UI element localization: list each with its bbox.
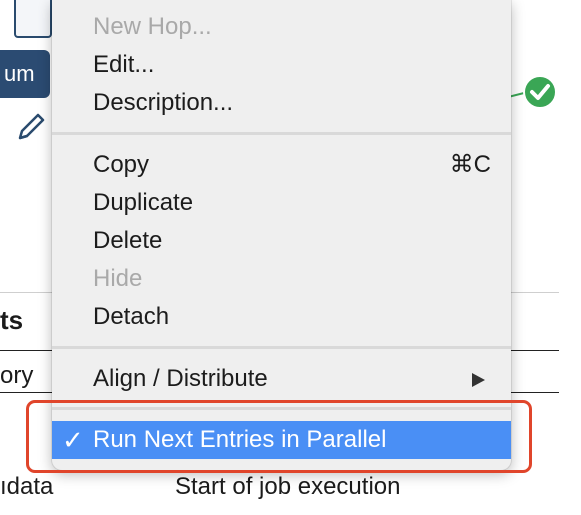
- menu-separator: [52, 346, 511, 349]
- keyboard-shortcut: ⌘C: [449, 151, 491, 178]
- menu-item-edit[interactable]: Edit...: [52, 46, 511, 84]
- table-header-line: [0, 350, 52, 351]
- pencil-icon[interactable]: [14, 110, 48, 144]
- job-entry-node[interactable]: um: [0, 50, 50, 98]
- table-cell: ory: [0, 362, 34, 389]
- menu-item-label: Duplicate: [93, 189, 194, 216]
- menu-item-label: Description...: [93, 89, 234, 116]
- menu-item-detach[interactable]: Detach: [52, 298, 511, 336]
- menu-item-label: Edit...: [93, 51, 155, 78]
- table-header-line: [511, 350, 559, 351]
- menu-item-label: New Hop...: [93, 13, 212, 40]
- menu-item-label: Delete: [93, 227, 163, 254]
- table-cell: Start of job execution: [175, 473, 401, 500]
- panel-title: ts: [0, 305, 24, 335]
- menu-item-description[interactable]: Description...: [52, 84, 511, 122]
- menu-separator: [52, 132, 511, 135]
- menu-item-hide: Hide: [52, 260, 511, 298]
- menu-item-label: Detach: [93, 303, 170, 330]
- menu-item-copy[interactable]: Copy ⌘C: [52, 146, 511, 184]
- submenu-arrow-icon: [472, 373, 485, 387]
- annotation-highlight-box: [26, 400, 532, 473]
- table-row-line: [0, 392, 52, 393]
- table-row-line: [511, 392, 559, 393]
- menu-item-label: Align / Distribute: [93, 365, 268, 392]
- divider: [0, 292, 52, 293]
- menu-item-align-distribute[interactable]: Align / Distribute: [52, 360, 511, 398]
- divider: [511, 292, 559, 293]
- table-cell: ıdata: [0, 473, 54, 500]
- job-entry-node-label: um: [4, 61, 35, 86]
- menu-item-delete[interactable]: Delete: [52, 222, 511, 260]
- document-icon: [14, 0, 52, 38]
- success-check-icon: [523, 75, 557, 109]
- menu-item-duplicate[interactable]: Duplicate: [52, 184, 511, 222]
- menu-item-label: Hide: [93, 265, 143, 292]
- menu-item-label: Copy: [93, 151, 150, 178]
- menu-item-new-hop: New Hop...: [52, 8, 511, 46]
